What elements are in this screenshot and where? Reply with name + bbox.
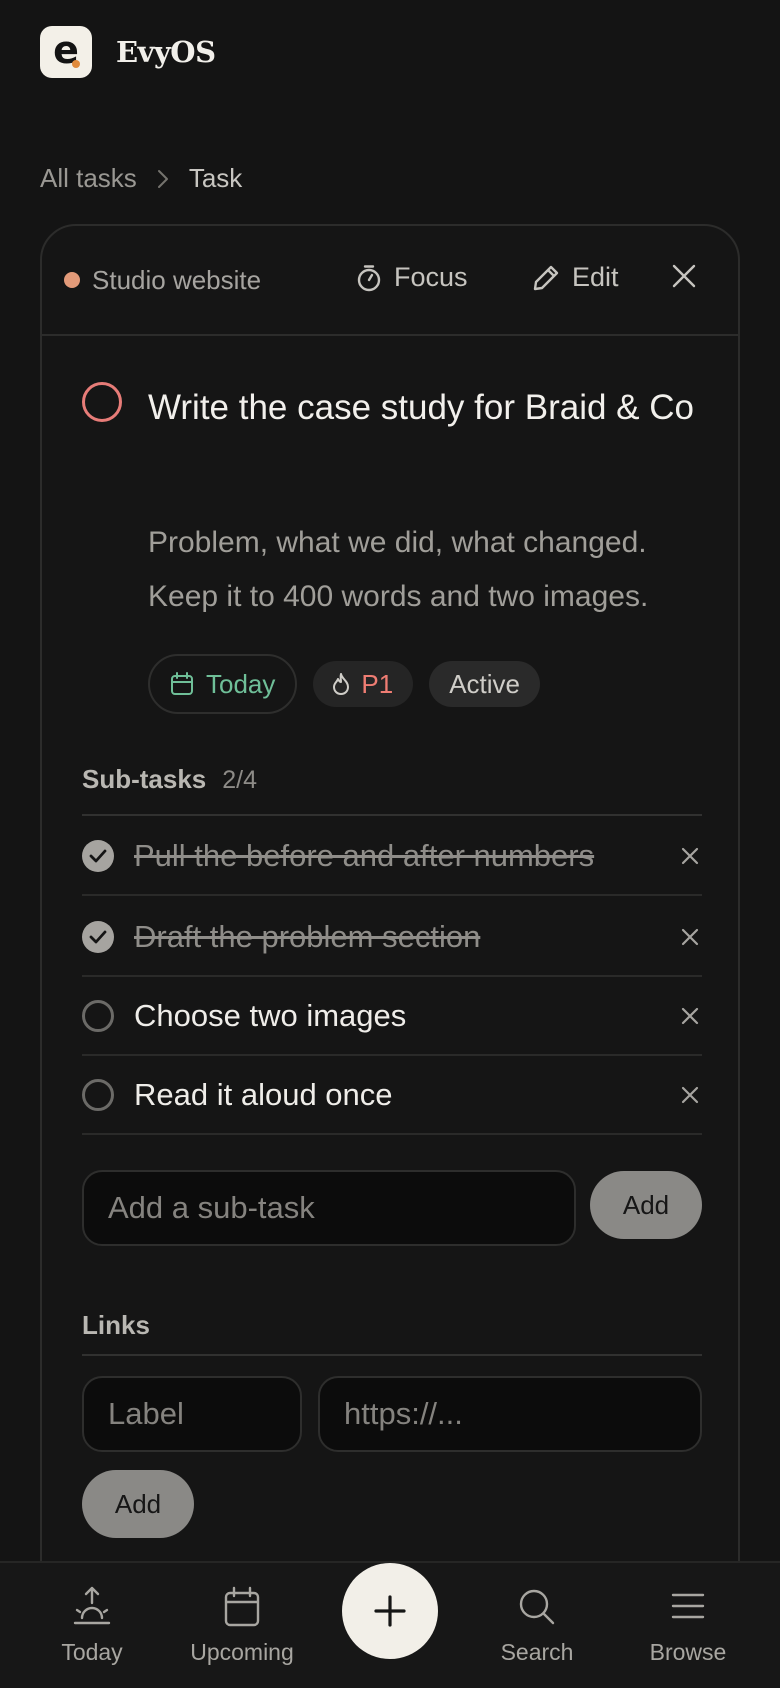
project-name: Studio website [92, 264, 262, 295]
subtask-label[interactable]: Read it aloud once [134, 1077, 678, 1113]
subtask-label[interactable]: Draft the problem section [134, 919, 678, 955]
subtask-checkbox-checked[interactable] [82, 839, 114, 872]
remove-subtask-button[interactable] [678, 844, 702, 868]
plus-icon [374, 1595, 406, 1627]
task-title: Write the case study for Braid & Co [148, 388, 694, 427]
close-icon [681, 847, 699, 864]
links-header: Links [82, 1310, 150, 1341]
remove-subtask-button[interactable] [678, 1083, 702, 1107]
subtasks-count: 2/4 [222, 766, 258, 794]
nav-label-search: Search [500, 1639, 574, 1665]
links-title: Links [82, 1310, 150, 1340]
calendar-icon [224, 1586, 260, 1627]
subtask-checkbox-checked[interactable] [82, 920, 114, 953]
link-url-input[interactable] [318, 1376, 702, 1452]
task-description: Problem, what we did, what changed. Keep… [148, 526, 649, 613]
menu-icon [671, 1593, 705, 1619]
task-card: Studio website Focus Edit Write the case… [40, 224, 740, 1624]
add-subtask-input[interactable] [82, 1170, 576, 1246]
edit-button[interactable]: Edit [532, 262, 619, 293]
add-subtask-button[interactable]: Add [590, 1171, 702, 1239]
subtask-label[interactable]: Choose two images [134, 998, 678, 1034]
nav-label-upcoming: Upcoming [190, 1639, 294, 1665]
add-task-button[interactable] [342, 1563, 438, 1659]
calendar-icon [171, 672, 193, 695]
priority-label: P1 [361, 668, 394, 699]
nav-item-upcoming[interactable]: Upcoming [172, 1585, 312, 1666]
due-date-chip[interactable]: Today [148, 654, 298, 714]
close-icon [672, 264, 696, 288]
links-divider [82, 1354, 702, 1356]
task-chips: Today P1 Active [148, 654, 556, 714]
subtasks-header: Sub-tasks 2/4 [82, 764, 257, 795]
remove-subtask-button[interactable] [678, 925, 702, 949]
subtasks-title: Sub-tasks [82, 764, 207, 794]
app-header: e EvyOS [40, 26, 216, 78]
link-label-input[interactable] [82, 1376, 302, 1452]
subtask-row: Choose two images [82, 977, 702, 1056]
task-complete-checkbox[interactable] [82, 382, 122, 422]
flame-icon [333, 673, 350, 695]
card-toolbar: Studio website Focus Edit [42, 226, 738, 336]
edit-label: Edit [572, 262, 619, 292]
nav-item-today[interactable]: Today [22, 1585, 162, 1666]
subtask-checkbox[interactable] [82, 999, 114, 1032]
nav-item-search[interactable]: Search [467, 1585, 607, 1666]
app-name: EvyOS [116, 35, 216, 69]
app-logo[interactable]: e [40, 26, 92, 78]
close-button[interactable] [672, 264, 696, 293]
timer-icon [357, 264, 381, 291]
project-tag[interactable]: Studio website [64, 265, 261, 296]
check-icon [89, 849, 107, 862]
subtask-row: Draft the problem section [82, 898, 702, 977]
subtask-row: Read it aloud once [82, 1056, 702, 1135]
close-icon [681, 1007, 699, 1024]
logo-dot [72, 60, 80, 68]
nav-label-browse: Browse [649, 1639, 727, 1665]
breadcrumb-current: Task [188, 163, 243, 193]
breadcrumb: All tasks Task [40, 163, 242, 194]
focus-button[interactable]: Focus [356, 262, 468, 293]
sunrise-icon [73, 1586, 111, 1625]
nav-item-browse[interactable]: Browse [618, 1585, 758, 1666]
search-icon [519, 1589, 555, 1625]
check-icon [89, 930, 107, 943]
subtask-row: Pull the before and after numbers [82, 817, 702, 896]
focus-label: Focus [394, 262, 468, 292]
pencil-icon [533, 265, 559, 290]
subtasks-divider [82, 814, 702, 816]
subtask-label[interactable]: Pull the before and after numbers [134, 838, 678, 874]
add-link-button[interactable]: Add [82, 1470, 194, 1538]
status-chip[interactable]: Active [429, 661, 541, 707]
close-icon [681, 1086, 699, 1103]
nav-label-today: Today [61, 1639, 123, 1665]
due-date-label: Today [206, 668, 276, 699]
priority-chip[interactable]: P1 [313, 661, 414, 707]
status-label: Active [449, 668, 521, 699]
project-color-dot [64, 272, 80, 288]
breadcrumb-all-tasks[interactable]: All tasks [40, 163, 137, 194]
close-icon [681, 928, 699, 945]
subtask-checkbox[interactable] [82, 1078, 114, 1111]
chevron-right-icon [157, 169, 169, 189]
remove-subtask-button[interactable] [678, 1004, 702, 1028]
